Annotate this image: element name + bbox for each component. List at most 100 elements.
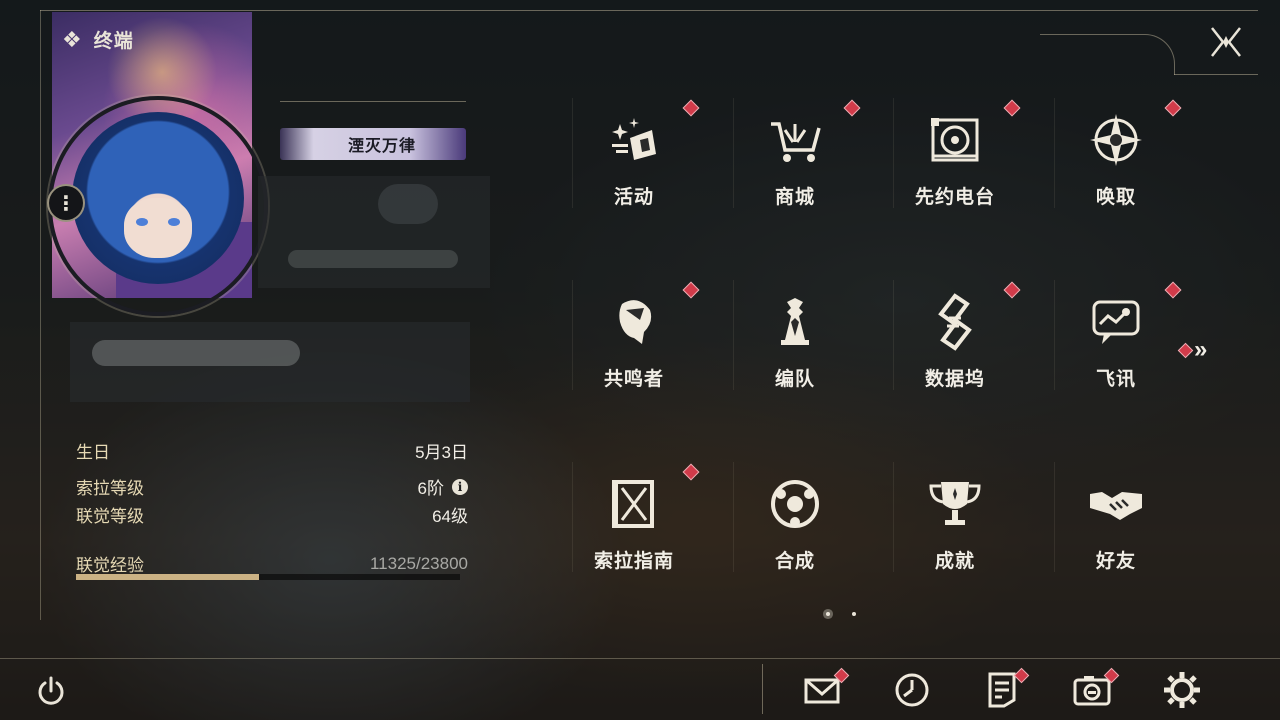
menu-divider (1054, 98, 1055, 208)
blurred-content (288, 250, 458, 268)
more-vertical-icon: ⋮ (56, 192, 76, 215)
avatar-face (124, 198, 192, 258)
menu-item-synthesis[interactable]: 合成 (733, 454, 855, 584)
clock-button[interactable] (892, 670, 932, 710)
gear-icon (1162, 672, 1202, 714)
stat-value: 64级 (432, 507, 468, 526)
menu-divider (893, 98, 894, 208)
trophy-icon (925, 474, 985, 534)
player-title-badge[interactable]: 湮灭万律 (280, 128, 466, 160)
menu-item-label: 编队 (774, 369, 815, 390)
menu-divider (733, 98, 734, 208)
menu-item-label: 好友 (1095, 551, 1136, 572)
menu-divider (893, 462, 894, 572)
stat-union-level: 联觉等级 64级 (76, 502, 468, 527)
menu-item-label: 唤取 (1095, 187, 1136, 208)
menu-item-label: 合成 (774, 551, 815, 572)
bottom-divider (0, 658, 1280, 659)
guide-book-icon (604, 474, 664, 534)
menu-divider (733, 462, 734, 572)
handshake-icon (1086, 474, 1146, 534)
menu-item-character-head[interactable]: 共鸣者 (572, 272, 700, 402)
menu-item-guide-book[interactable]: 索拉指南 (572, 454, 700, 584)
page-title: 终端 (93, 31, 134, 52)
stat-value: 5月3日 (415, 443, 468, 462)
frame-line-top (40, 10, 1258, 11)
exp-progress-fill (76, 574, 259, 580)
menu-item-label: 数据坞 (924, 369, 985, 390)
stat-label: 索拉等级 (76, 479, 144, 498)
close-button[interactable] (1206, 22, 1246, 62)
frame-curve (1040, 34, 1175, 75)
stat-union-exp: 联觉经验 11325/23800 (76, 551, 468, 576)
power-icon (38, 676, 64, 705)
shopping-cart-icon (765, 110, 825, 170)
frame-line-right (1174, 74, 1258, 75)
header: ❖ 终端 (62, 26, 134, 53)
chess-pieces-icon (765, 292, 825, 352)
next-page-button[interactable]: » (1177, 336, 1222, 363)
bottom-separator (762, 664, 763, 714)
menu-item-data-dock[interactable]: 数据坞 (893, 272, 1021, 402)
diamond-cluster-icon: ❖ (62, 26, 82, 52)
player-signature-panel (70, 322, 470, 402)
frame-line-left (40, 10, 41, 620)
menu-item-radio[interactable]: 先约电台 (893, 90, 1021, 220)
sparkle-icon (604, 110, 664, 170)
menu-item-sparkle[interactable]: 活动 (572, 90, 700, 220)
menu-item-label: 商城 (774, 187, 815, 208)
menu-divider (893, 280, 894, 390)
stat-label: 联觉等级 (76, 507, 144, 526)
info-icon[interactable]: i (452, 478, 468, 495)
menu-item-label: 索拉指南 (593, 551, 674, 572)
menu-divider (1054, 280, 1055, 390)
close-icon (1211, 27, 1241, 57)
player-name-panel (258, 176, 490, 288)
stat-value-group: 6阶 i (418, 474, 468, 499)
menu-item-message-bubble[interactable]: 飞讯 (1054, 272, 1182, 402)
menu-item-label: 先约电台 (914, 187, 995, 208)
blurred-content (378, 184, 438, 224)
compass-star-icon (1086, 110, 1146, 170)
menu-divider (572, 462, 573, 572)
message-bubble-icon (1086, 292, 1146, 352)
radio-icon (925, 110, 985, 170)
menu-divider (572, 280, 573, 390)
stat-label: 生日 (76, 443, 110, 462)
synthesis-icon (765, 474, 825, 534)
menu-item-label: 共鸣者 (603, 369, 664, 390)
stat-value: 6阶 (417, 479, 444, 498)
notes-icon (982, 672, 1022, 714)
menu-item-label: 飞讯 (1095, 369, 1136, 390)
exp-value: 11325/23800 (369, 553, 468, 573)
page-dot-2[interactable] (852, 612, 856, 616)
more-options-button[interactable]: ⋮ (47, 184, 85, 222)
settings-button[interactable] (1162, 670, 1202, 710)
page-indicator (826, 612, 856, 616)
player-title-text: 湮灭万律 (347, 138, 416, 155)
stat-sol-level: 索拉等级 6阶 i (76, 474, 468, 499)
avatar-eye-left (136, 218, 148, 226)
avatar-eye-right (168, 218, 180, 226)
double-chevron-right-icon: » (1194, 336, 1208, 363)
exp-progress-bar (76, 574, 460, 580)
camera-icon (1072, 676, 1112, 714)
title-divider (280, 101, 466, 102)
menu-item-label: 活动 (613, 187, 654, 208)
notification-dot (1177, 342, 1194, 358)
page-dot-1[interactable] (826, 612, 830, 616)
power-button[interactable] (34, 674, 68, 708)
menu-divider (572, 98, 573, 208)
notes-button[interactable] (982, 667, 1030, 710)
avatar[interactable] (72, 112, 244, 284)
menu-item-handshake[interactable]: 好友 (1054, 454, 1176, 584)
menu-item-shopping-cart[interactable]: 商城 (733, 90, 861, 220)
blurred-content (92, 340, 300, 366)
camera-button[interactable] (1072, 667, 1120, 710)
stat-birthday: 生日 5月3日 (76, 438, 468, 463)
menu-item-chess-pieces[interactable]: 编队 (733, 272, 855, 402)
menu-item-trophy[interactable]: 成就 (893, 454, 1015, 584)
mail-button[interactable] (802, 667, 850, 710)
menu-item-label: 成就 (934, 551, 975, 572)
menu-item-compass-star[interactable]: 唤取 (1054, 90, 1182, 220)
